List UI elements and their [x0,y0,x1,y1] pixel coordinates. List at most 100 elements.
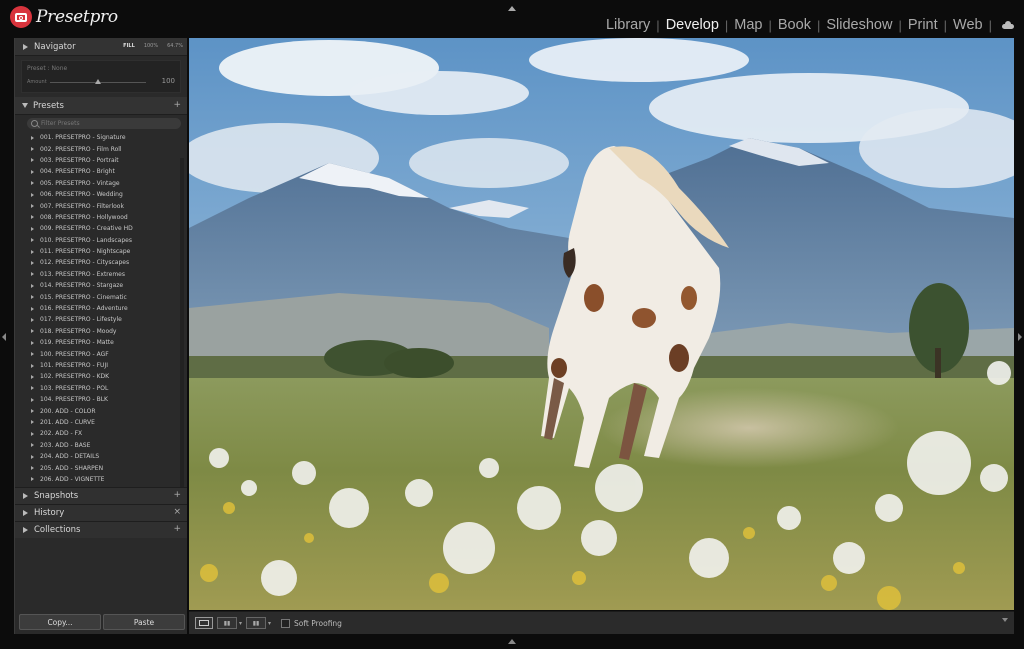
chevron-down-icon[interactable]: ▾ [239,620,242,627]
top-panel-toggle-icon[interactable] [508,6,516,11]
expand-icon [31,386,34,391]
navigator-header[interactable]: Navigator FILL 100% 64.7% [15,38,187,56]
preset-item-label: 104. PRESETPRO - BLK [40,396,108,404]
right-panel-toggle-icon[interactable] [1018,333,1022,341]
preset-item-label: 200. ADD - COLOR [40,407,96,415]
preset-item[interactable]: 005. PRESETPRO - Vintage [28,178,180,189]
toolbar-options-icon[interactable] [1002,618,1008,622]
presets-header[interactable]: Presets + [15,97,187,115]
preset-list: 001. PRESETPRO - Signature 002. PRESETPRO… [28,132,180,485]
paste-button[interactable]: Paste [103,614,185,630]
clear-history-button[interactable]: × [173,507,181,517]
before-after-button[interactable]: ▮▮ [217,617,237,629]
add-snapshot-button[interactable]: + [173,490,181,500]
preset-item-label: 009. PRESETPRO - Creative HD [40,225,133,233]
collapse-icon [22,103,28,108]
module-map[interactable]: Map [734,17,762,33]
add-collection-button[interactable]: + [173,524,181,534]
preset-item[interactable]: 006. PRESETPRO - Wedding [28,189,180,200]
preset-search-input[interactable] [41,118,181,129]
logo-text: Presetpro [36,7,118,27]
module-picker: Library | Develop | Map | Book | Slidesh… [606,17,1014,33]
search-icon [31,120,38,127]
preset-item[interactable]: 011. PRESETPRO - Nightscape [28,246,180,257]
preset-item[interactable]: 017. PRESETPRO - Lifestyle [28,314,180,325]
preset-item-label: 204. ADD - DETAILS [40,453,100,461]
preset-item[interactable]: 019. PRESETPRO - Matte [28,337,180,348]
horse-photo [189,38,1014,610]
add-preset-button[interactable]: + [173,100,181,110]
expand-icon [31,135,34,140]
zoom-custom[interactable]: 64.7% [167,43,183,49]
preset-item[interactable]: 004. PRESETPRO - Bright [28,166,180,177]
filmstrip-toggle-icon[interactable] [508,639,516,644]
expand-icon [31,431,34,436]
preset-item[interactable]: 104. PRESETPRO - BLK [28,394,180,405]
preset-item[interactable]: 015. PRESETPRO - Cinematic [28,291,180,302]
module-web[interactable]: Web [953,17,983,33]
snapshots-header[interactable]: Snapshots + [15,487,187,504]
preset-item[interactable]: 002. PRESETPRO - Film Roll [28,143,180,154]
preset-item-label: 011. PRESETPRO - Nightscape [40,248,131,256]
expand-icon [31,215,34,220]
expand-icon [31,283,34,288]
preset-item[interactable]: 201. ADD - CURVE [28,417,180,428]
cloud-icon[interactable] [1002,21,1014,29]
history-header[interactable]: History × [15,504,187,521]
preset-item[interactable]: 200. ADD - COLOR [28,405,180,416]
expand-icon [31,249,34,254]
preset-item[interactable]: 007. PRESETPRO - Filterlook [28,200,180,211]
camera-icon [10,6,32,28]
soft-proofing-checkbox[interactable] [281,618,291,628]
soft-proofing-label: Soft Proofing [294,618,342,628]
preset-item-label: 001. PRESETPRO - Signature [40,134,126,142]
preset-item[interactable]: 018. PRESETPRO - Moody [28,326,180,337]
preset-item[interactable]: 101. PRESETPRO - FUJI [28,360,180,371]
preset-item-label: 017. PRESETPRO - Lifestyle [40,316,122,324]
expand-icon [31,409,34,414]
preset-item-label: 004. PRESETPRO - Bright [40,168,115,176]
expand-icon [31,420,34,425]
module-print[interactable]: Print [908,17,938,33]
preset-item[interactable]: 016. PRESETPRO - Adventure [28,303,180,314]
preset-item[interactable]: 203. ADD - BASE [28,440,180,451]
expand-icon [31,226,34,231]
preset-item[interactable]: 010. PRESETPRO - Landscapes [28,235,180,246]
photo-canvas[interactable] [189,38,1014,610]
module-slideshow[interactable]: Slideshow [826,17,892,33]
preset-item[interactable]: 202. ADD - FX [28,428,180,439]
preset-item[interactable]: 001. PRESETPRO - Signature [28,132,180,143]
expand-icon [23,43,28,50]
preset-item[interactable]: 102. PRESETPRO - KDK [28,371,180,382]
module-book[interactable]: Book [778,17,811,33]
bottom-toolbar: ▮▮ ▾ ▮▮ ▾ Soft Proofing [189,611,1014,634]
preset-scrollbar[interactable] [180,158,184,520]
preset-item[interactable]: 009. PRESETPRO - Creative HD [28,223,180,234]
preset-item-label: 101. PRESETPRO - FUJI [40,362,108,369]
preset-item[interactable]: 206. ADD - VIGNETTE [28,474,180,485]
zoom-100[interactable]: 100% [144,43,158,49]
expand-icon [31,352,34,357]
preset-item[interactable]: 205. ADD - SHARPEN [28,462,180,473]
preset-item[interactable]: 204. ADD - DETAILS [28,451,180,462]
preset-item[interactable]: 100. PRESETPRO - AGF [28,348,180,359]
preset-item-label: 006. PRESETPRO - Wedding [40,191,123,199]
chevron-down-icon[interactable]: ▾ [268,620,271,627]
preset-search [27,118,181,129]
collections-header[interactable]: Collections + [15,521,187,538]
left-panel-toggle-icon[interactable] [2,333,6,341]
preset-item[interactable]: 008. PRESETPRO - Hollywood [28,212,180,223]
preset-item[interactable]: 013. PRESETPRO - Extremes [28,269,180,280]
expand-icon [23,510,28,516]
module-library[interactable]: Library [606,17,650,33]
copy-button[interactable]: Copy... [19,614,101,630]
module-develop[interactable]: Develop [666,17,719,33]
preset-item[interactable]: 014. PRESETPRO - Stargaze [28,280,180,291]
amount-slider-knob[interactable] [95,79,101,84]
preset-item[interactable]: 103. PRESETPRO - POL [28,383,180,394]
zoom-fill[interactable]: FILL [123,43,135,49]
preset-item[interactable]: 012. PRESETPRO - Cityscapes [28,257,180,268]
before-after-swap-button[interactable]: ▮▮ [246,617,267,629]
preset-item[interactable]: 003. PRESETPRO - Portrait [28,155,180,166]
loupe-view-button[interactable] [195,617,213,629]
